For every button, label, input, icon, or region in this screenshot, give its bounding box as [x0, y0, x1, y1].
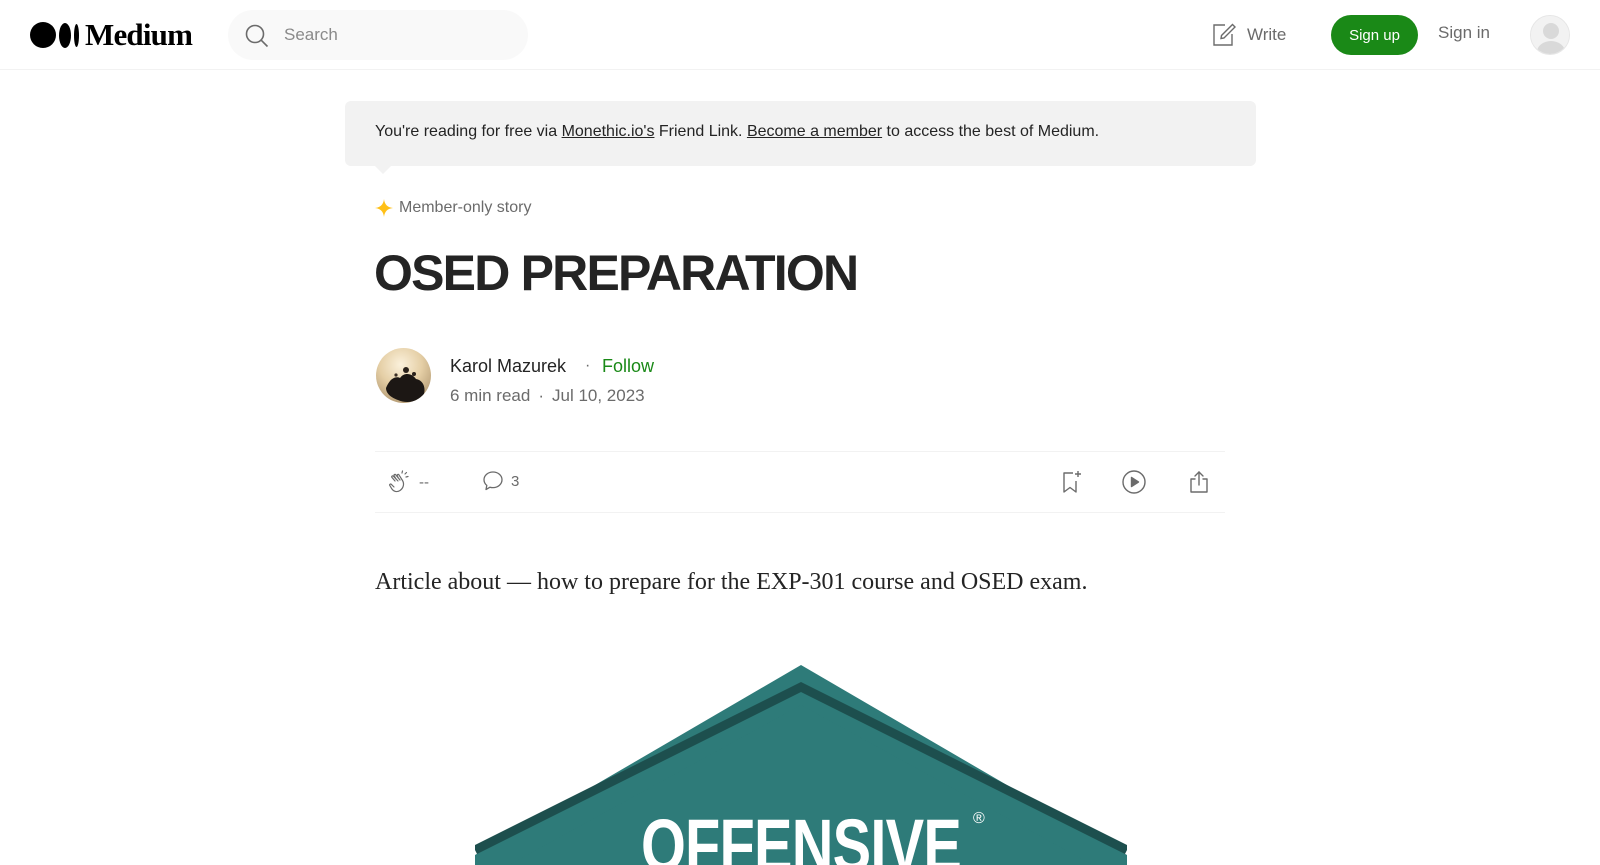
clap-button[interactable]: --	[387, 469, 429, 495]
friend-link[interactable]: Monethic.io's	[562, 123, 655, 140]
banner-prefix: You're reading for free via	[375, 123, 562, 140]
write-icon	[1213, 23, 1236, 46]
share-icon	[1190, 471, 1208, 493]
banner-suffix: to access the best of Medium.	[882, 123, 1100, 140]
listen-button[interactable]	[1121, 469, 1147, 495]
logo-wordmark: Medium	[85, 17, 193, 52]
clap-count: --	[419, 473, 429, 491]
author-photo	[376, 348, 431, 403]
registered-mark: ®	[973, 810, 985, 827]
author-name[interactable]: Karol Mazurek	[450, 356, 566, 377]
play-icon	[1122, 470, 1146, 494]
article-title: OSED PREPARATION	[374, 245, 859, 301]
banner-middle: Friend Link.	[654, 123, 747, 140]
response-count: 3	[511, 472, 520, 490]
default-avatar-icon	[1531, 16, 1569, 54]
article-lede: Article about — how to prepare for the E…	[375, 569, 1088, 595]
bookmark-add-icon	[1063, 471, 1081, 493]
top-bar: Medium Write Sign up Sign in	[0, 0, 1600, 70]
search-icon	[245, 24, 269, 48]
write-label: Write	[1247, 25, 1287, 44]
star-icon	[375, 199, 393, 217]
sign-in-link[interactable]: Sign in	[1438, 23, 1490, 43]
article-action-bar: -- 3	[375, 451, 1225, 513]
write-button[interactable]: Write	[1211, 20, 1286, 50]
meta-separator: ·	[538, 386, 544, 405]
friend-link-banner: You're reading for free via Monethic.io'…	[345, 101, 1256, 166]
member-only-badge: Member-only story	[375, 199, 531, 217]
author-avatar[interactable]	[376, 348, 431, 403]
medium-logo-icon	[30, 22, 79, 48]
follow-button[interactable]: Follow	[602, 356, 654, 377]
friend-link-text: You're reading for free via Monethic.io'…	[375, 123, 1099, 141]
article-image: OFFENSIVE ®	[475, 665, 1127, 865]
read-time: 6 min read	[450, 386, 531, 405]
responses-button[interactable]: 3	[481, 469, 519, 493]
comment-icon	[483, 471, 503, 491]
banner-pointer	[374, 165, 392, 174]
user-avatar[interactable]	[1530, 15, 1570, 55]
search-box[interactable]	[228, 10, 528, 60]
save-bookmark-button[interactable]	[1058, 469, 1084, 495]
member-only-label: Member-only story	[399, 199, 532, 216]
search-input[interactable]	[284, 22, 504, 48]
become-member-link[interactable]: Become a member	[747, 123, 882, 140]
separator-dot: ·	[585, 357, 591, 374]
publish-date: Jul 10, 2023	[552, 386, 645, 405]
medium-logo[interactable]: Medium	[30, 17, 193, 52]
article-meta: 6 min read · Jul 10, 2023	[450, 386, 645, 406]
share-button[interactable]	[1186, 469, 1212, 495]
sign-up-button[interactable]: Sign up	[1331, 15, 1418, 55]
clap-icon	[389, 470, 409, 493]
